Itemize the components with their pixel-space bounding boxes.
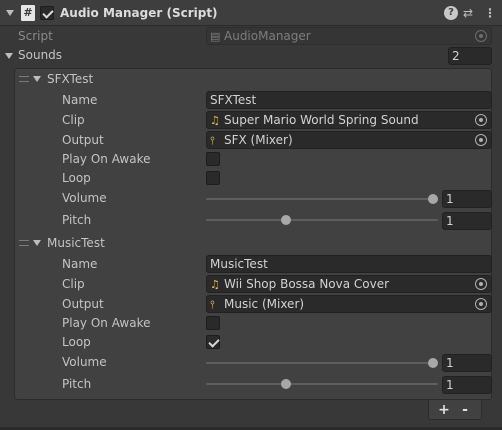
volume-slider[interactable] [206,198,438,200]
object-picker-icon[interactable] [475,134,487,146]
volume-label: Volume [62,355,107,369]
name-field[interactable]: MusicTest [206,255,492,273]
pitch-slider-thumb[interactable] [280,379,291,389]
audio-clip-icon: ♫ [210,278,220,291]
output-field[interactable]: ⫯ Music (Mixer) [206,295,492,313]
drag-handle-icon[interactable] [19,76,29,82]
clip-field[interactable]: ♫ Wii Shop Bossa Nova Cover [206,275,492,293]
script-component-icon: # [21,5,35,21]
object-picker-icon [475,30,487,42]
volume-label: Volume [62,191,107,205]
component-menu-icon[interactable]: ⋮ [484,6,496,20]
object-picker-icon[interactable] [475,278,487,290]
drag-handle-icon[interactable] [19,240,29,246]
object-picker-icon[interactable] [475,114,487,126]
remove-element-button[interactable]: - [456,400,474,420]
presets-icon[interactable]: ⇄ [463,6,473,20]
loop-checkbox[interactable] [206,171,220,185]
element-foldout-icon[interactable] [33,76,41,82]
sounds-label[interactable]: Sounds [18,48,62,62]
mixer-group-icon: ⫯ [210,134,215,147]
clip-field[interactable]: ♫ Super Mario World Spring Sound [206,111,492,129]
volume-field[interactable]: 1 [442,190,492,208]
name-field[interactable]: SFXTest [206,91,492,109]
volume-slider-thumb[interactable] [428,194,438,204]
loop-label: Loop [62,335,91,349]
mixer-group-icon: ⫯ [210,298,215,311]
clip-label: Clip [62,277,85,291]
component-title: Audio Manager (Script) [60,6,218,20]
script-asset-icon: ▤ [210,30,221,43]
output-value: Music (Mixer) [224,297,305,311]
play-on-awake-checkbox[interactable] [206,152,220,166]
loop-label: Loop [62,171,91,185]
help-icon[interactable]: ? [444,6,458,20]
output-label: Output [62,133,104,147]
pitch-field[interactable]: 1 [442,212,492,230]
output-field[interactable]: ⫯ SFX (Mixer) [206,131,492,149]
pitch-label: Pitch [62,377,92,391]
clip-value: Super Mario World Spring Sound [224,113,419,127]
add-element-button[interactable]: + [435,400,453,420]
play-on-awake-label: Play On Awake [62,316,151,330]
pitch-slider[interactable] [206,219,438,221]
output-label: Output [62,297,104,311]
sounds-foldout-icon[interactable] [5,53,13,59]
sounds-size-field[interactable]: 2 [448,47,492,65]
script-value: AudioManager [224,29,311,43]
clip-value: Wii Shop Bossa Nova Cover [224,277,390,291]
component-foldout-icon[interactable] [6,10,14,16]
component-enabled-checkbox[interactable] [40,6,54,20]
pitch-label: Pitch [62,213,92,227]
element-header-musictest[interactable]: MusicTest [47,236,105,250]
object-picker-icon[interactable] [475,298,487,310]
name-label: Name [62,93,98,107]
script-label: Script [18,29,53,43]
play-on-awake-checkbox[interactable] [206,316,220,330]
play-on-awake-label: Play On Awake [62,152,151,166]
pitch-slider-thumb[interactable] [280,215,291,225]
element-foldout-icon[interactable] [33,240,41,246]
loop-checkbox[interactable] [206,335,220,349]
volume-slider[interactable] [206,362,438,364]
output-value: SFX (Mixer) [224,133,293,147]
script-field: ▤ AudioManager [206,27,492,45]
pitch-slider[interactable] [206,383,438,385]
volume-slider-thumb[interactable] [428,358,438,368]
element-header-sfxtest[interactable]: SFXTest [47,72,93,86]
clip-label: Clip [62,113,85,127]
volume-field[interactable]: 1 [442,354,492,372]
audio-clip-icon: ♫ [210,114,220,127]
pitch-field[interactable]: 1 [442,376,492,394]
name-label: Name [62,257,98,271]
